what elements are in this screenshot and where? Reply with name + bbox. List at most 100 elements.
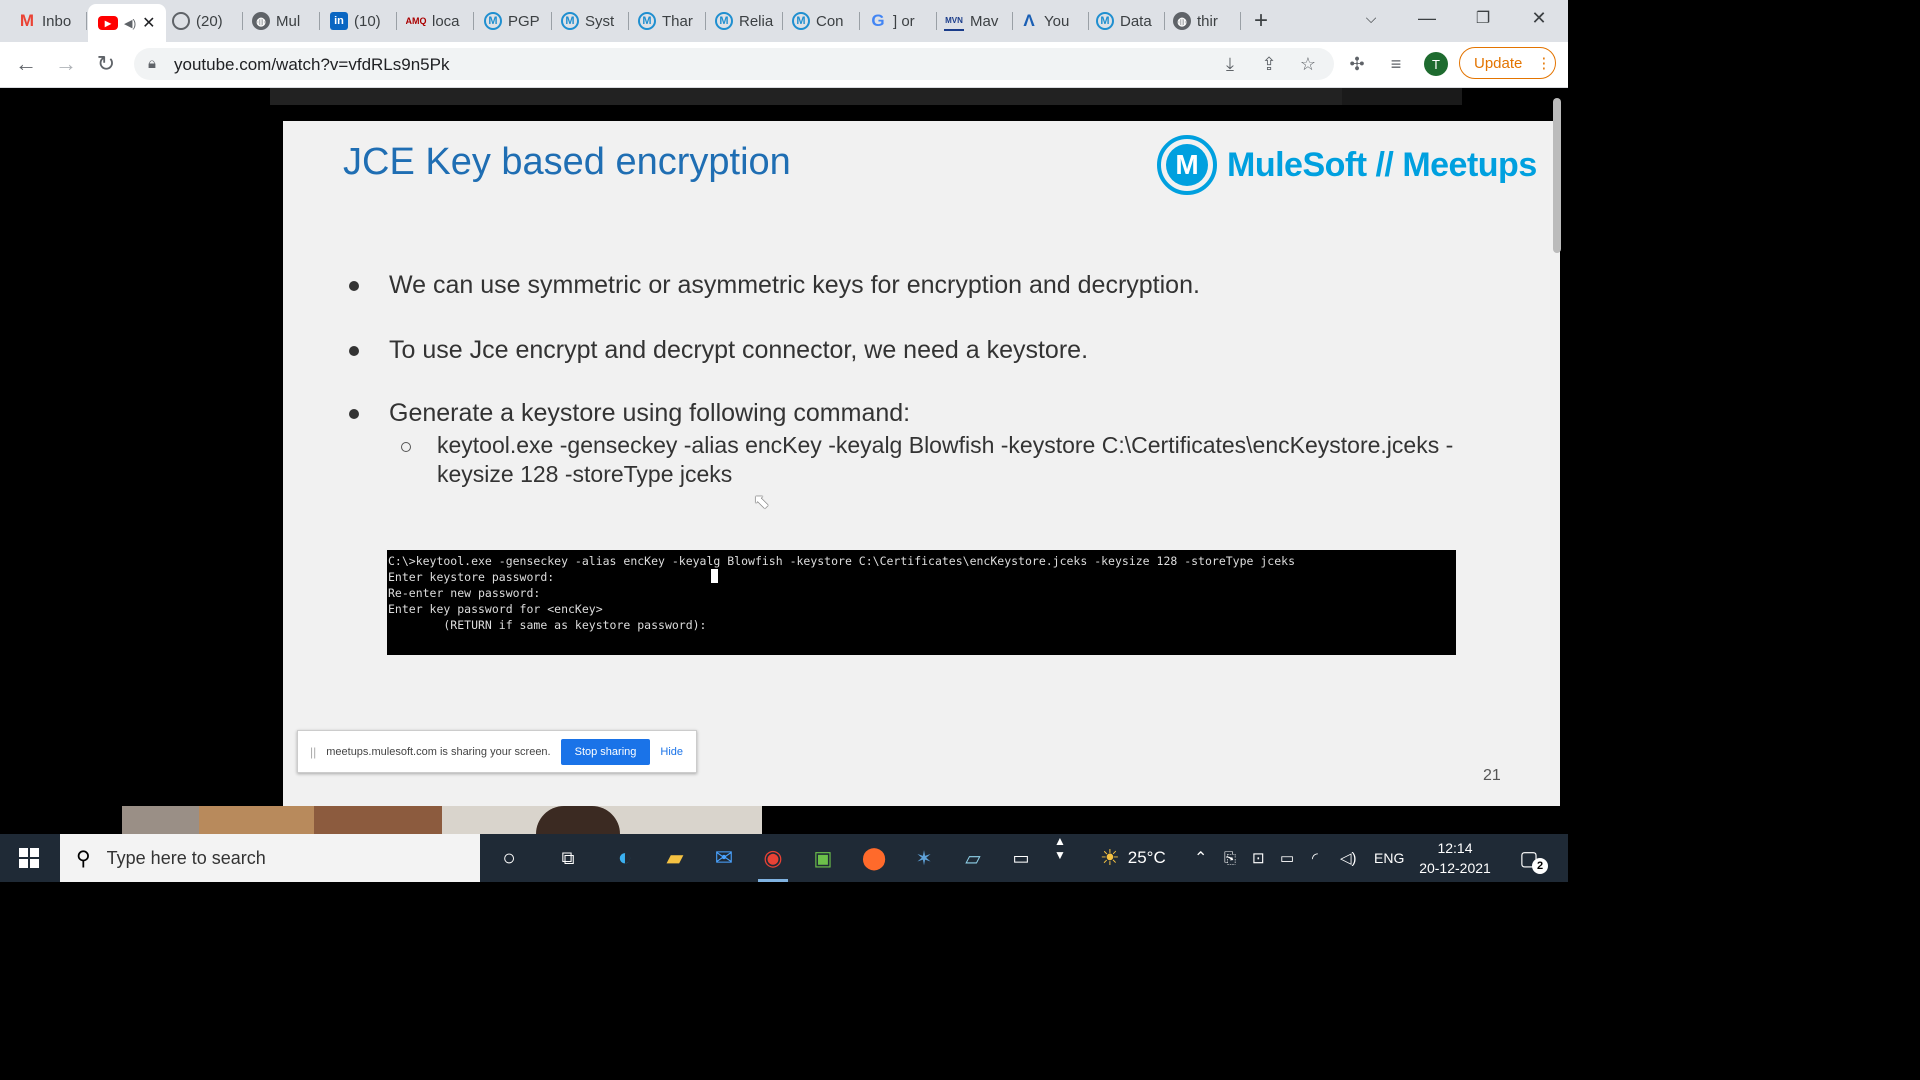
tab-5[interactable]: AMQ loca: [406, 6, 468, 36]
language-indicator[interactable]: ENG: [1374, 834, 1404, 882]
tab-strip: M Inbo ▶ ◀) ✕ (20) ◍ Mul in (10) AMQ loc…: [0, 0, 1568, 42]
bullet-item: We can use symmetric or asymmetric keys …: [349, 271, 1200, 300]
taskbar-scroll-arrows-icon[interactable]: ▲ ▼: [1054, 834, 1066, 882]
tab-divider: [1164, 12, 1165, 30]
tab-14[interactable]: M Data: [1096, 6, 1158, 36]
tab-youtube-active[interactable]: ▶ ◀) ✕: [88, 4, 166, 42]
install-app-icon[interactable]: ⤓: [1218, 52, 1242, 76]
show-hidden-icons-icon[interactable]: ⌃: [1194, 834, 1207, 882]
meeting-top-strip-right: [1342, 88, 1462, 105]
share-icon[interactable]: ⇪: [1257, 52, 1281, 76]
bullet-dot-icon: [349, 409, 359, 419]
chrome-icon[interactable]: ◉: [756, 842, 790, 882]
tab-15[interactable]: ◍ thir: [1173, 6, 1233, 36]
bookmark-star-icon[interactable]: ☆: [1296, 52, 1320, 76]
start-button[interactable]: [0, 834, 58, 882]
image-app-icon[interactable]: ▣: [806, 842, 840, 874]
battery-icon[interactable]: ▭: [1280, 834, 1294, 882]
clock-date: 20-12-2021: [1419, 860, 1491, 876]
tab-13[interactable]: Λ You: [1020, 6, 1082, 36]
terminal-icon[interactable]: ▭: [1004, 842, 1038, 874]
tab-divider: [782, 12, 783, 30]
close-tab-icon[interactable]: ✕: [142, 13, 155, 33]
tab-divider: [1240, 12, 1241, 30]
network-icon[interactable]: ⊡: [1252, 834, 1265, 882]
bullet-text: Generate a keystore using following comm…: [389, 399, 911, 427]
tab-4[interactable]: in (10): [330, 6, 392, 36]
bullet-item: Generate a keystore using following comm…: [349, 399, 910, 428]
tab-label: Syst: [585, 12, 615, 30]
tab-gmail[interactable]: M Inbo: [18, 6, 78, 36]
tab-divider: [705, 12, 706, 30]
youtube-icon: ▶: [98, 16, 118, 30]
share-message: meetups.mulesoft.com is sharing your scr…: [326, 745, 551, 758]
tab-divider: [859, 12, 860, 30]
tab-10[interactable]: M Con: [792, 6, 854, 36]
bullet-dot-icon: [349, 281, 359, 291]
linkedin-icon: in: [330, 12, 348, 30]
participant-head: [536, 806, 620, 834]
taskbar-clock[interactable]: 12:14 20-12-2021: [1410, 838, 1500, 878]
notification-badge: 2: [1532, 858, 1548, 874]
tab-9[interactable]: M Relia: [715, 6, 777, 36]
back-button[interactable]: ←: [12, 50, 40, 78]
address-bar[interactable]: 🔒︎ youtube.com/watch?v=vfdRLs9n5Pk: [134, 48, 1334, 80]
tab-label: (10): [354, 12, 381, 30]
lock-icon[interactable]: 🔒︎: [148, 55, 156, 72]
profile-avatar[interactable]: T: [1424, 52, 1448, 76]
taskbar-search-box[interactable]: ⚲ Type here to search: [60, 834, 480, 882]
tab-7[interactable]: M Syst: [561, 6, 623, 36]
participant-video-1: [122, 806, 442, 834]
tab-12[interactable]: MVN Mav: [944, 6, 1006, 36]
update-button[interactable]: Update ⋮: [1459, 47, 1556, 79]
task-view-icon[interactable]: ⧉: [551, 842, 585, 874]
minimize-button[interactable]: —: [1404, 0, 1450, 36]
weather-widget[interactable]: ☀ 25°C: [1100, 834, 1166, 882]
media-queue-icon[interactable]: ≡: [1384, 52, 1408, 76]
tab-label: Relia: [739, 12, 774, 30]
forward-button[interactable]: →: [52, 50, 80, 78]
url-text[interactable]: youtube.com/watch?v=vfdRLs9n5Pk: [174, 55, 449, 75]
bullet-text: We can use symmetric or asymmetric keys …: [389, 271, 1200, 299]
page-scrollbar[interactable]: [1553, 98, 1561, 253]
meet-now-icon[interactable]: ⎘: [1224, 834, 1236, 882]
presentation-slide: JCE Key based encryption M MuleSoft // M…: [283, 121, 1560, 806]
tab-divider: [473, 12, 474, 30]
reload-button[interactable]: ↻: [92, 50, 120, 78]
postman-icon[interactable]: ⬤: [857, 842, 891, 874]
drag-handle-icon[interactable]: ||: [310, 745, 316, 759]
tab-8[interactable]: M Thar: [638, 6, 700, 36]
extensions-puzzle-icon[interactable]: ✣: [1345, 52, 1369, 76]
stop-sharing-button[interactable]: Stop sharing: [560, 738, 651, 765]
audio-playing-icon[interactable]: ◀): [124, 17, 136, 30]
restore-button[interactable]: ❐: [1460, 0, 1506, 36]
meeting-top-strip: [270, 88, 1342, 105]
tab-divider: [936, 12, 937, 30]
new-tab-button[interactable]: +: [1254, 6, 1278, 36]
notification-center-icon[interactable]: ▢ 2: [1514, 844, 1548, 874]
file-explorer-icon[interactable]: ▰: [658, 842, 692, 874]
hide-button[interactable]: Hide: [660, 746, 683, 758]
tab-divider: [628, 12, 629, 30]
mail-icon[interactable]: ✉: [707, 842, 741, 874]
edge-icon[interactable]: ◐: [608, 842, 642, 874]
anypoint-studio-icon[interactable]: ✶: [907, 842, 941, 874]
globe-icon: ◍: [252, 12, 270, 30]
tab-divider: [1012, 12, 1013, 30]
tab-6[interactable]: M PGP: [484, 6, 546, 36]
volume-icon[interactable]: ◁): [1340, 834, 1357, 882]
notepad-icon[interactable]: ▱: [956, 842, 990, 874]
tab-search-chevron-icon[interactable]: ⌵: [1348, 0, 1394, 36]
wifi-icon[interactable]: ◜: [1312, 834, 1318, 882]
tab-label: thir: [1197, 12, 1218, 30]
tab-divider: [1088, 12, 1089, 30]
tab-3[interactable]: ◍ Mul: [252, 6, 312, 36]
tab-divider: [86, 12, 87, 30]
tab-label: Data: [1120, 12, 1152, 30]
cortana-icon[interactable]: ○: [492, 842, 526, 874]
tab-label: loca: [432, 12, 460, 30]
tab-2[interactable]: (20): [172, 6, 232, 36]
tab-11[interactable]: G ] or: [869, 6, 931, 36]
close-window-button[interactable]: ✕: [1516, 0, 1562, 36]
windows-logo-icon: [19, 848, 39, 868]
